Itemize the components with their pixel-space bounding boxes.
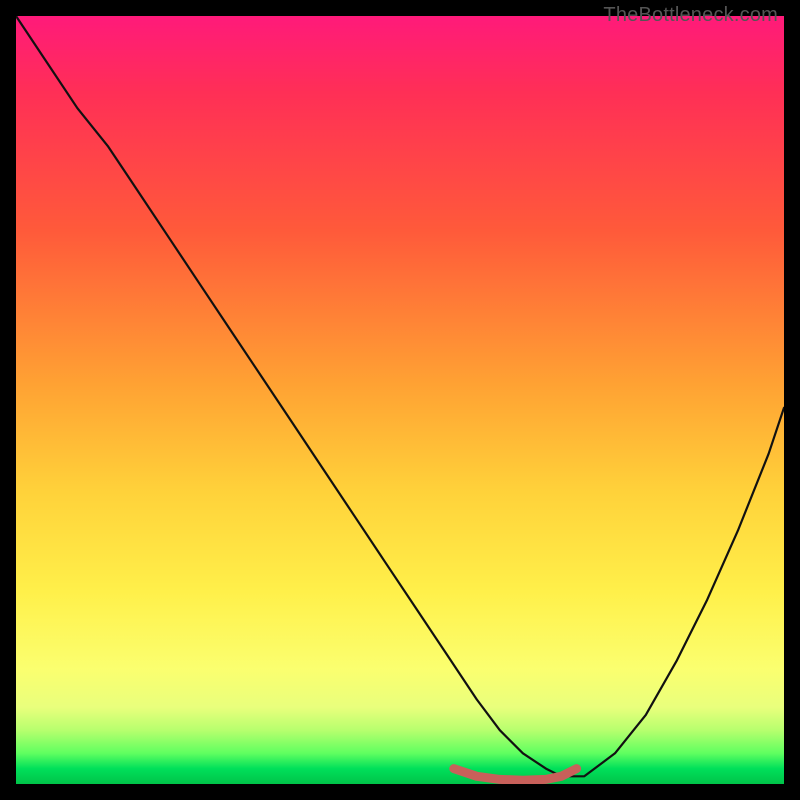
attribution-text: TheBottleneck.com [603, 4, 778, 27]
bottleneck-curve-line [16, 16, 784, 776]
optimal-range-marker [454, 769, 577, 781]
bottleneck-chart [16, 16, 784, 784]
chart-frame [16, 16, 784, 784]
